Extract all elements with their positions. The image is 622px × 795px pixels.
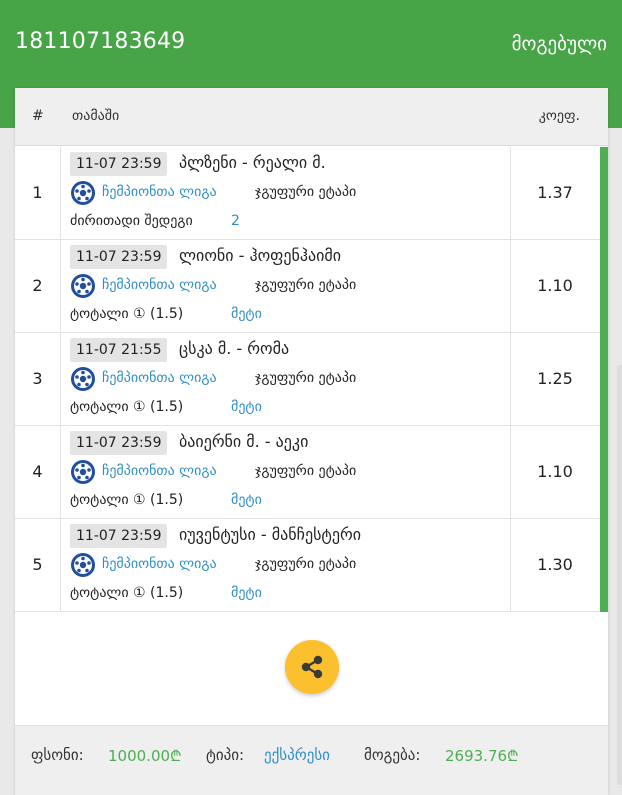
match-name: ლიონი - ჰოფენჰაიმი bbox=[179, 246, 342, 265]
type-label: ტიპი: bbox=[206, 746, 245, 764]
bet-details: 11-07 23:59 ბაიერნი მ. - აეკი ჩემპიონთა … bbox=[61, 426, 511, 518]
bet-odd: 1.10 bbox=[537, 276, 573, 295]
champions-league-icon bbox=[71, 553, 95, 577]
col-num-header: # bbox=[32, 108, 44, 124]
match-time: 11-07 23:59 bbox=[70, 524, 168, 548]
bet-details: 11-07 21:55 ცსკა მ. - რომა ჩემპიონთა ლიგ… bbox=[61, 333, 511, 425]
bet-market: ტოტალი ① (1.5) bbox=[70, 399, 184, 415]
stake-value: 1000.00₾ bbox=[108, 747, 182, 765]
type-value[interactable]: ექსპრესი bbox=[264, 746, 330, 764]
bet-row[interactable]: 1 11-07 23:59 პლზენი - რეალი მ. ჩემპიონთ… bbox=[15, 147, 608, 240]
bet-details: 11-07 23:59 პლზენი - რეალი მ. ჩემპიონთა … bbox=[61, 147, 511, 239]
win-indicator bbox=[600, 333, 608, 426]
league-stage: ჯგუფური ეტაპი bbox=[255, 556, 357, 572]
bet-row[interactable]: 4 11-07 23:59 ბაიერნი მ. - აეკი ჩემპიონთ… bbox=[15, 426, 608, 519]
match-time: 11-07 23:59 bbox=[70, 245, 168, 269]
win-indicator bbox=[600, 147, 608, 240]
league-link[interactable]: ჩემპიონთა ლიგა bbox=[102, 556, 217, 572]
ticket-id: 181107183649 bbox=[15, 29, 186, 54]
ticket-status: მოგებული bbox=[511, 33, 607, 55]
match-time: 11-07 23:59 bbox=[70, 152, 168, 176]
bet-pick: მეტი bbox=[231, 306, 262, 322]
ticket-summary: ფსონი: 1000.00₾ ტიპი: ექსპრესი მოგება: 2… bbox=[15, 725, 608, 795]
league-link[interactable]: ჩემპიონთა ლიგა bbox=[102, 370, 217, 386]
bet-details: 11-07 23:59 იუვენტუსი - მანჩესტერი ჩემპი… bbox=[61, 519, 511, 611]
bet-pick: მეტი bbox=[231, 492, 262, 508]
bet-market: ტოტალი ① (1.5) bbox=[70, 306, 184, 322]
row-number: 4 bbox=[15, 426, 61, 518]
league-stage: ჯგუფური ეტაპი bbox=[255, 370, 357, 386]
bet-odd: 1.30 bbox=[537, 555, 573, 574]
league-link[interactable]: ჩემპიონთა ლიგა bbox=[102, 184, 217, 200]
stake-label: ფსონი: bbox=[31, 746, 84, 764]
bet-market: ტოტალი ① (1.5) bbox=[70, 585, 184, 601]
bet-odd: 1.37 bbox=[537, 183, 573, 202]
col-game-header: თამაში bbox=[72, 108, 120, 124]
match-name: ცსკა მ. - რომა bbox=[179, 339, 290, 358]
win-value: 2693.76₾ bbox=[445, 747, 519, 765]
row-number: 1 bbox=[15, 147, 61, 239]
table-header: # თამაში კოეფ. bbox=[15, 88, 608, 146]
league-stage: ჯგუფური ეტაპი bbox=[255, 184, 357, 200]
bet-row[interactable]: 3 11-07 21:55 ცსკა მ. - რომა ჩემპიონთა ლ… bbox=[15, 333, 608, 426]
champions-league-icon bbox=[71, 460, 95, 484]
bet-odd: 1.10 bbox=[537, 462, 573, 481]
bet-row[interactable]: 2 11-07 23:59 ლიონი - ჰოფენჰაიმი ჩემპიონ… bbox=[15, 240, 608, 333]
champions-league-icon bbox=[71, 181, 95, 205]
bet-odd: 1.25 bbox=[537, 369, 573, 388]
bet-pick: მეტი bbox=[231, 585, 262, 601]
col-odd-header: კოეფ. bbox=[538, 108, 580, 124]
league-link[interactable]: ჩემპიონთა ლიგა bbox=[102, 277, 217, 293]
league-stage: ჯგუფური ეტაპი bbox=[255, 277, 357, 293]
bet-pick: 2 bbox=[231, 213, 240, 229]
bet-pick: მეტი bbox=[231, 399, 262, 415]
bet-row[interactable]: 5 11-07 23:59 იუვენტუსი - მანჩესტერი ჩემ… bbox=[15, 519, 608, 612]
row-number: 2 bbox=[15, 240, 61, 332]
win-label: მოგება: bbox=[364, 746, 421, 764]
match-name: პლზენი - რეალი მ. bbox=[179, 153, 326, 172]
bet-market: ძირითადი შედეგი bbox=[70, 213, 193, 229]
match-name: იუვენტუსი - მანჩესტერი bbox=[179, 525, 362, 544]
win-indicator bbox=[600, 519, 608, 612]
share-icon bbox=[301, 655, 323, 679]
champions-league-icon bbox=[71, 367, 95, 391]
win-indicator bbox=[600, 426, 608, 519]
match-time: 11-07 23:59 bbox=[70, 431, 168, 455]
row-number: 5 bbox=[15, 519, 61, 611]
bet-details: 11-07 23:59 ლიონი - ჰოფენჰაიმი ჩემპიონთა… bbox=[61, 240, 511, 332]
ticket-card: # თამაში კოეფ. 1 11-07 23:59 პლზენი - რე… bbox=[15, 88, 608, 795]
match-name: ბაიერნი მ. - აეკი bbox=[179, 432, 309, 451]
league-link[interactable]: ჩემპიონთა ლიგა bbox=[102, 463, 217, 479]
win-indicator bbox=[600, 240, 608, 333]
row-number: 3 bbox=[15, 333, 61, 425]
champions-league-icon bbox=[71, 274, 95, 298]
league-stage: ჯგუფური ეტაპი bbox=[255, 463, 357, 479]
scrollbar[interactable] bbox=[617, 365, 622, 785]
match-time: 11-07 21:55 bbox=[70, 338, 168, 362]
bet-market: ტოტალი ① (1.5) bbox=[70, 492, 184, 508]
share-button[interactable] bbox=[285, 640, 339, 694]
